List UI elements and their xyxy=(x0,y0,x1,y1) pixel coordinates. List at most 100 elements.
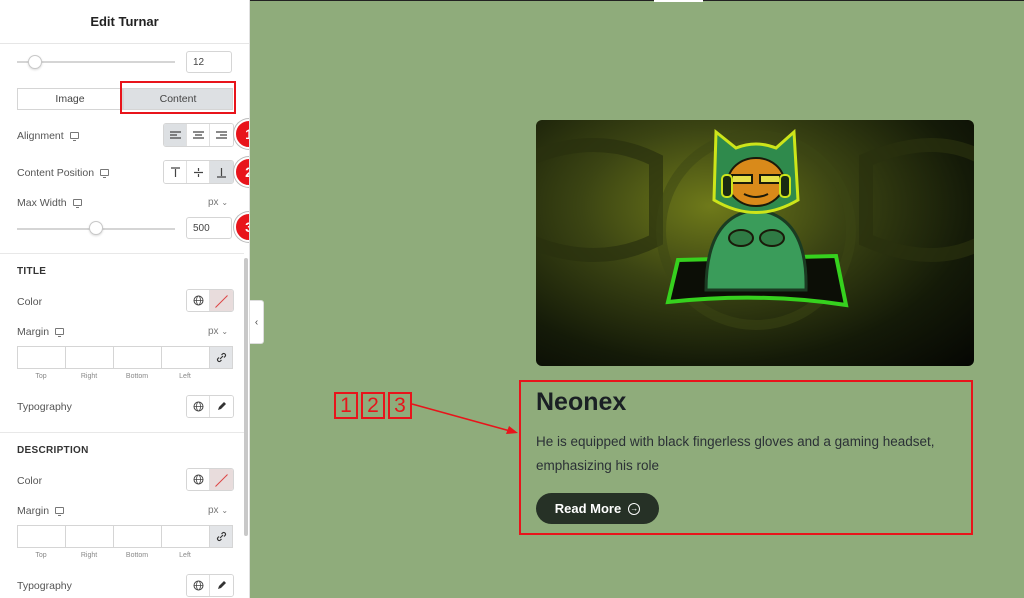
desktop-icon[interactable] xyxy=(55,507,65,516)
margin-side-right: Right xyxy=(80,373,98,380)
title-margin-label: Margin xyxy=(17,326,65,338)
canvas-top-border xyxy=(250,0,1024,1)
max-width-unit: px xyxy=(208,197,219,208)
chevron-down-icon: ⌄ xyxy=(221,327,229,336)
chevron-down-icon: ⌄ xyxy=(221,198,229,207)
annotation-badge-1: 1 xyxy=(234,119,249,149)
divider xyxy=(0,432,244,433)
desktop-icon[interactable] xyxy=(55,328,65,337)
title-color-label: Color xyxy=(17,296,43,308)
align-bottom-icon[interactable] xyxy=(210,161,233,183)
margin-side-top: Top xyxy=(35,373,47,380)
pencil-icon[interactable] xyxy=(210,575,233,596)
margin-right-input[interactable] xyxy=(65,346,113,369)
description-margin-label: Margin xyxy=(17,505,65,517)
margin-right-input[interactable] xyxy=(65,525,113,548)
tab-image[interactable]: Image xyxy=(17,88,123,110)
card-description: He is equipped with black fingerless glo… xyxy=(536,434,935,473)
description-color-controls xyxy=(186,468,234,491)
pencil-icon[interactable] xyxy=(210,396,233,417)
title-typography-controls xyxy=(186,395,234,418)
margin-left-input[interactable] xyxy=(161,346,209,369)
card-image xyxy=(536,120,974,366)
title-margin-inputs xyxy=(17,346,233,369)
title-color-controls xyxy=(186,289,234,312)
margin-bottom-input[interactable] xyxy=(113,525,161,548)
card-title: Neonex xyxy=(536,388,627,416)
title-margin-unit: px xyxy=(208,326,219,337)
description-margin-unit: px xyxy=(208,505,219,516)
color-swatch-empty-icon[interactable] xyxy=(210,469,233,490)
max-width-label-text: Max Width xyxy=(17,197,67,209)
align-left-icon[interactable] xyxy=(164,124,187,146)
description-margin-inputs xyxy=(17,525,233,548)
description-margin-unit-select[interactable]: px ⌄ xyxy=(208,505,228,516)
align-middle-icon[interactable] xyxy=(187,161,210,183)
annotation-badge-3: 3 xyxy=(234,212,249,242)
annotation-arrow-icon xyxy=(411,403,518,434)
link-icon[interactable] xyxy=(209,525,233,548)
content-position-label-text: Content Position xyxy=(17,167,95,179)
chevron-left-icon: ‹ xyxy=(254,316,259,328)
link-icon[interactable] xyxy=(209,346,233,369)
gamer-mascot-icon xyxy=(536,128,974,330)
title-margin-label-text: Margin xyxy=(17,326,50,338)
description-section-heading: DESCRIPTION xyxy=(17,445,89,456)
top-slider-input[interactable]: 12 xyxy=(186,51,232,73)
max-width-slider-thumb[interactable] xyxy=(89,221,103,235)
globe-icon[interactable] xyxy=(187,575,210,596)
read-more-label: Read More xyxy=(554,501,622,516)
margin-top-input[interactable] xyxy=(17,346,65,369)
align-top-icon[interactable] xyxy=(164,161,187,183)
margin-left-input[interactable] xyxy=(161,525,209,548)
editor-panel: Edit Turnar 12 Image Content Alignment 1… xyxy=(0,0,250,598)
collapse-panel-button[interactable]: ‹ xyxy=(250,300,264,344)
margin-side-left: Left xyxy=(179,552,191,559)
color-swatch-empty-icon[interactable] xyxy=(210,290,233,311)
description-margin-label-text: Margin xyxy=(17,505,50,517)
content-position-buttons xyxy=(163,160,234,184)
margin-side-right: Right xyxy=(80,552,98,559)
margin-side-bottom: Bottom xyxy=(125,552,149,559)
divider xyxy=(0,253,244,254)
panel-title: Edit Turnar xyxy=(90,14,159,29)
align-center-icon[interactable] xyxy=(187,124,210,146)
max-width-input[interactable]: 500 xyxy=(186,217,232,239)
content-position-label: Content Position xyxy=(17,167,110,179)
description-color-label: Color xyxy=(17,475,43,487)
margin-bottom-input[interactable] xyxy=(113,346,161,369)
arrow-circle-right-icon: → xyxy=(628,502,641,515)
margin-side-left: Left xyxy=(179,373,191,380)
title-margin-side-labels: Top Right Bottom Left xyxy=(17,373,209,380)
annotation-tag-1: 1 xyxy=(334,392,358,419)
desktop-icon[interactable] xyxy=(72,199,82,208)
globe-icon[interactable] xyxy=(187,290,210,311)
description-typography-controls xyxy=(186,574,234,597)
align-right-icon[interactable] xyxy=(210,124,233,146)
alignment-buttons xyxy=(163,123,234,147)
max-width-label: Max Width xyxy=(17,197,82,209)
title-typography-label: Typography xyxy=(17,401,72,413)
annotation-tag-3: 3 xyxy=(388,392,412,419)
title-section-heading: TITLE xyxy=(17,266,47,277)
desktop-icon[interactable] xyxy=(69,132,79,141)
globe-icon[interactable] xyxy=(187,469,210,490)
annotation-badge-2: 2 xyxy=(234,157,249,187)
max-width-unit-select[interactable]: px ⌄ xyxy=(208,197,228,208)
top-slider-thumb[interactable] xyxy=(28,55,42,69)
globe-icon[interactable] xyxy=(187,396,210,417)
description-typography-label: Typography xyxy=(17,580,72,592)
read-more-button[interactable]: Read More → xyxy=(536,493,659,524)
panel-scrollbar[interactable] xyxy=(244,258,248,536)
description-margin-side-labels: Top Right Bottom Left xyxy=(17,552,209,559)
alignment-label-text: Alignment xyxy=(17,130,64,142)
canvas-top-notch xyxy=(654,0,703,2)
margin-top-input[interactable] xyxy=(17,525,65,548)
margin-side-bottom: Bottom xyxy=(125,373,149,380)
desktop-icon[interactable] xyxy=(100,169,110,178)
title-margin-unit-select[interactable]: px ⌄ xyxy=(208,326,228,337)
alignment-label: Alignment xyxy=(17,130,79,142)
chevron-down-icon: ⌄ xyxy=(221,506,229,515)
tab-highlight-box xyxy=(120,81,236,114)
panel-header: Edit Turnar xyxy=(0,0,249,44)
